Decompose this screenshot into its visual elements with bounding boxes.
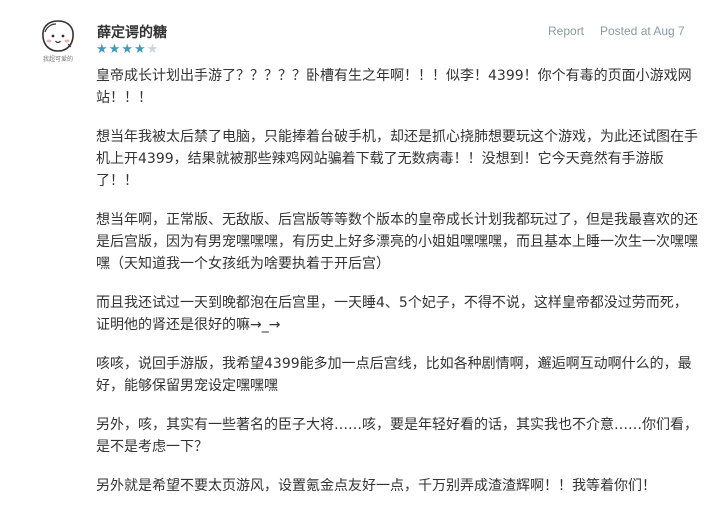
report-link[interactable]: Report — [548, 24, 584, 38]
star-filled-icon: ★ — [133, 42, 147, 57]
review-body: 皇帝成长计划出手游了？？？？？卧槽有生之年啊！！！似李！4399！你个有毒的页面… — [96, 65, 698, 514]
avatar-caption: 我超可爱的 — [42, 56, 73, 63]
review-paragraph: 想当年啊，正常版、无敌版、后宫版等等数个版本的皇帝成长计划我都玩过了，但是我最喜… — [96, 212, 698, 272]
review-paragraph: 另外，咳，其实有一些著名的臣子大将……咳，要是年轻好看的话，其实我也不介意……你… — [96, 417, 698, 455]
star-empty-icon: ★ — [146, 42, 160, 57]
avatar[interactable]: 我超可爱的 — [38, 18, 78, 63]
star-filled-icon: ★ — [108, 42, 122, 57]
review-paragraph: 皇帝成长计划出手游了？？？？？卧槽有生之年啊！！！似李！4399！你个有毒的页面… — [96, 68, 692, 106]
star-filled-icon: ★ — [96, 42, 109, 57]
star-filled-icon: ★ — [121, 42, 134, 57]
author-name[interactable]: 薛定谔的糖 — [97, 22, 167, 42]
review-paragraph: 想当年我被太后禁了电脑，只能捧着台破手机，却还是抓心挠肺想要玩这个游戏，为此还试… — [96, 129, 698, 189]
review-paragraph: 另外就是希望不要太页游风，设置氪金点友好一点，千万别弄成渣渣辉啊！！我等着你们！ — [96, 478, 656, 494]
rating-stars: ★★★★★ — [96, 42, 159, 58]
review-paragraph: 咳咳，说回手游版，我希望4399能多加一点后宫线，比如各种剧情啊，邂逅啊互动啊什… — [96, 356, 692, 394]
posted-date: Posted at Aug 7 — [600, 24, 685, 38]
review-paragraph: 而且我还试过一天到晚都泡在后宫里，一天睡4、5个妃子，不得不说，这样皇帝都没过劳… — [96, 295, 688, 333]
smiley-face-icon — [42, 20, 74, 52]
